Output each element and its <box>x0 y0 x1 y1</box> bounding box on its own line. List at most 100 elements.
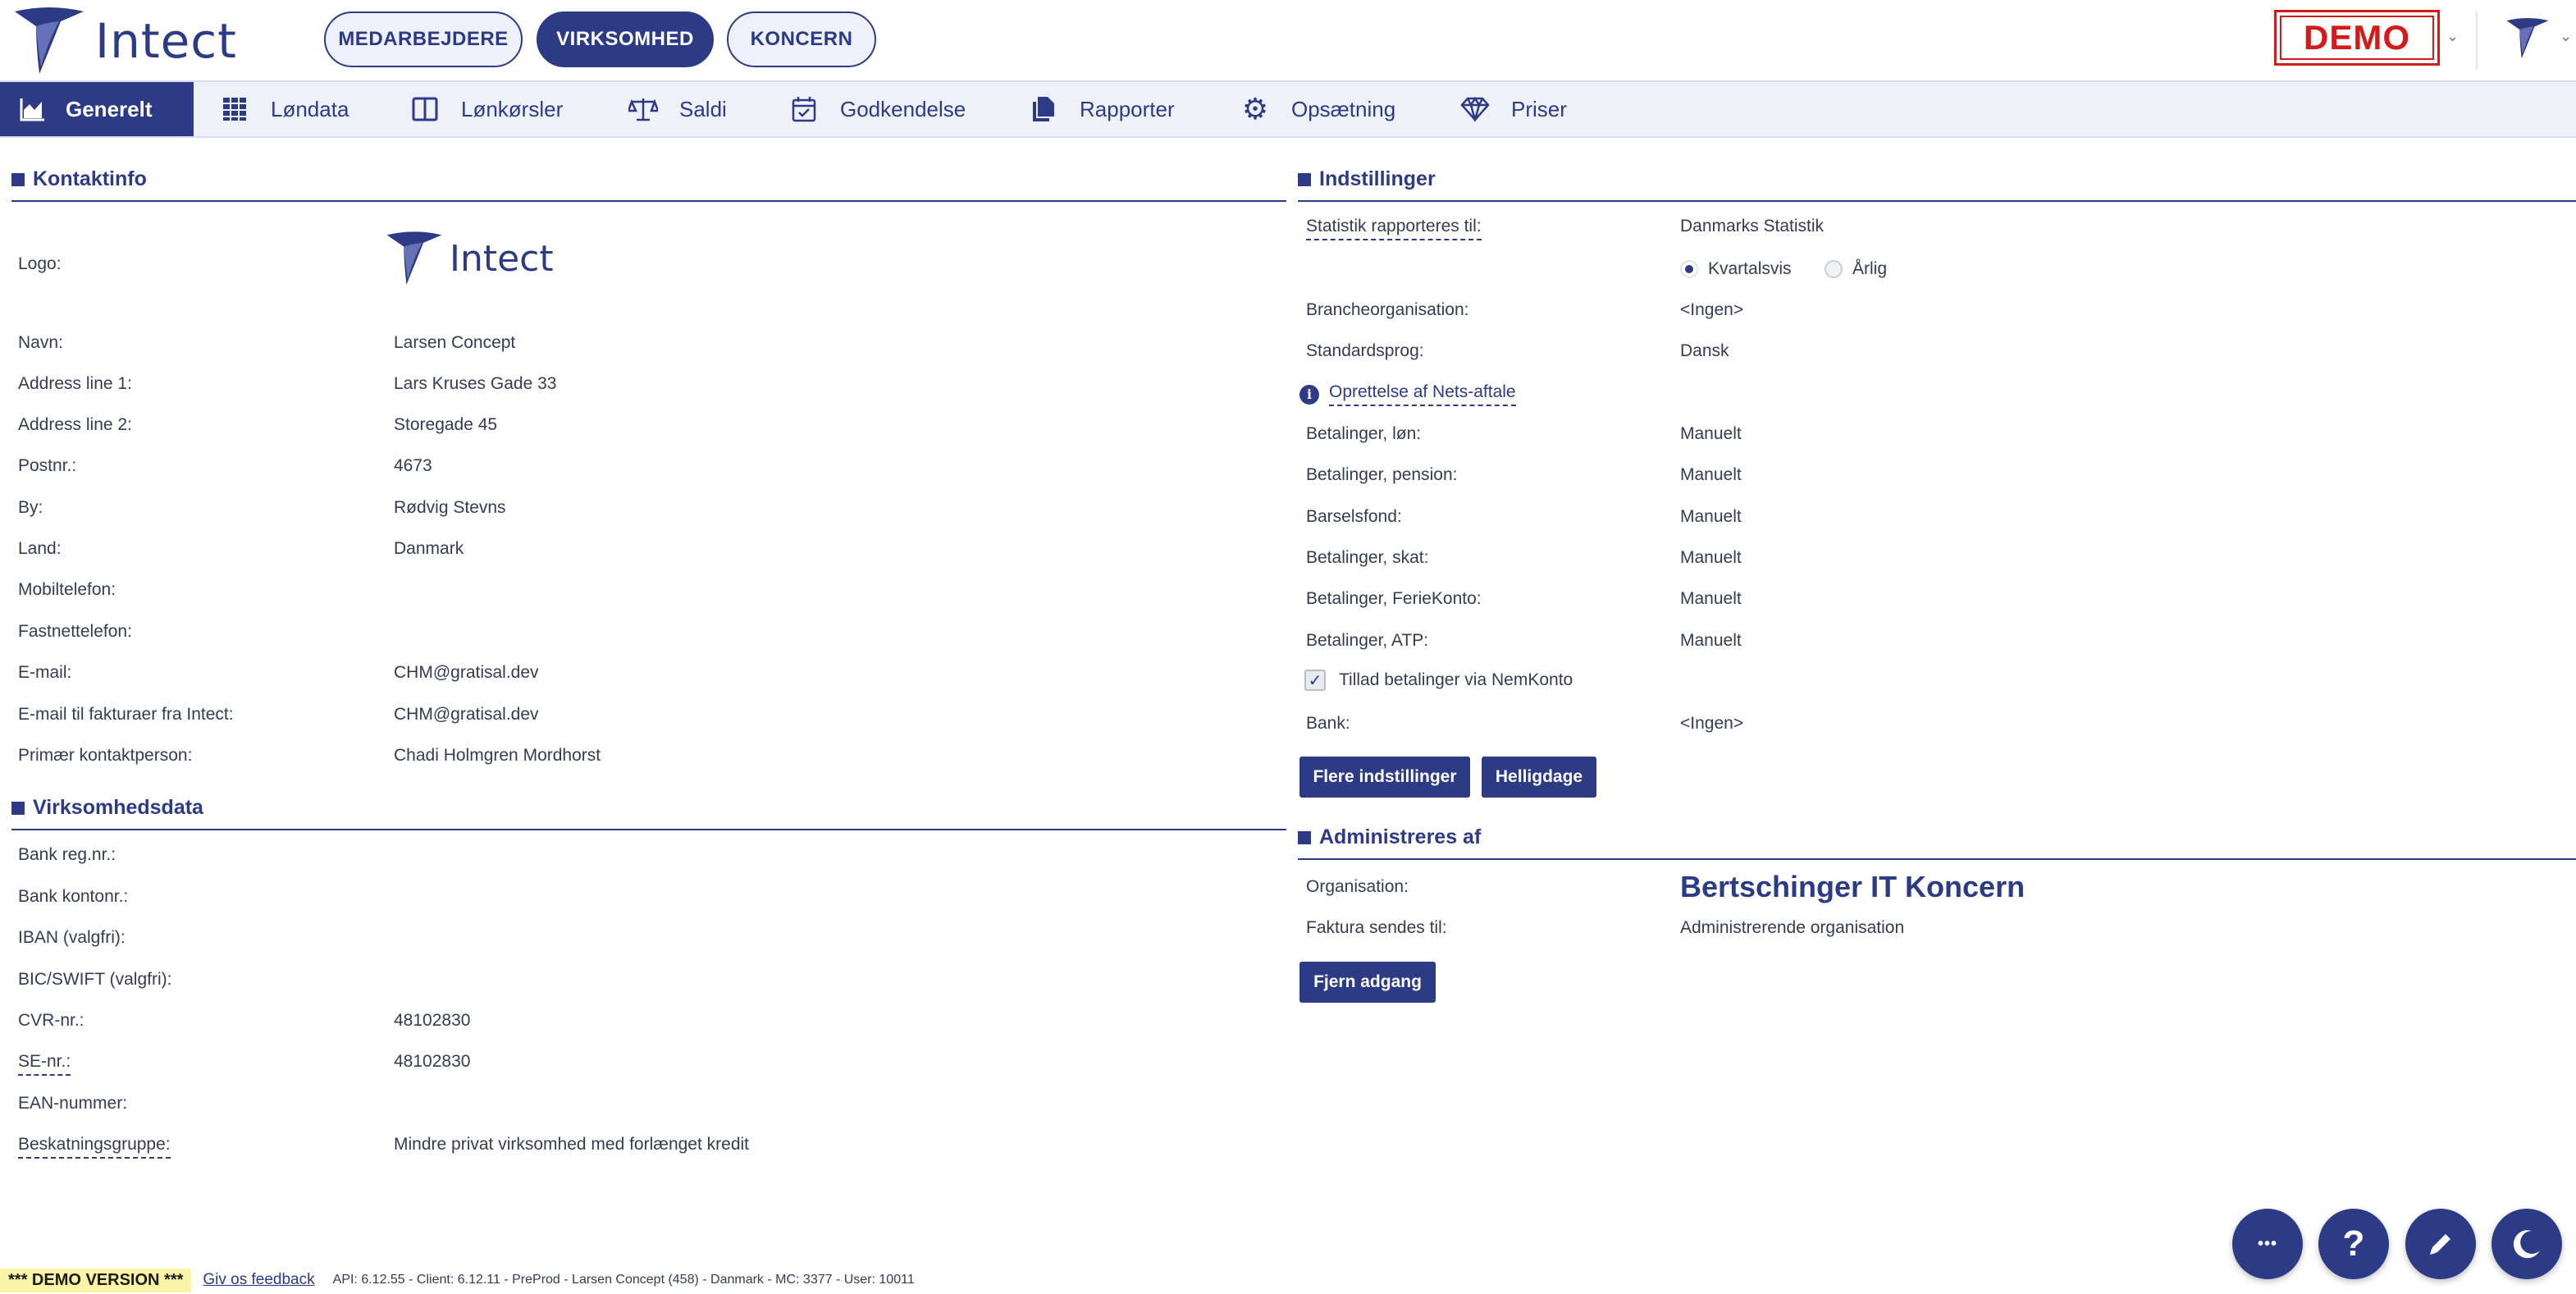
logo-brand-text: Intect <box>450 237 554 280</box>
scope-group-button[interactable]: KONCERN <box>727 11 876 67</box>
field-label: IBAN (valgfri): <box>18 928 126 947</box>
scope-employees-button[interactable]: MEDARBEJDERE <box>324 11 523 67</box>
statistics-tooltip-label[interactable]: Statistik rapporteres til: <box>1306 217 1482 240</box>
field-value-contact-person[interactable]: Chadi Holmgren Mordhorst <box>394 746 601 766</box>
tab-saldi[interactable]: Saldi <box>628 82 727 136</box>
section-marker <box>11 801 25 815</box>
more-dots-icon: ••• <box>2257 1234 2277 1253</box>
account-menu[interactable] <box>2499 10 2556 67</box>
field-value-invoice-email[interactable]: CHM@gratisal.dev <box>394 705 539 725</box>
field-label: Organisation: <box>1306 877 1409 896</box>
field-value-address2[interactable]: Storegade 45 <box>394 415 497 435</box>
invoice-recipient-value: Administrerende organisation <box>1680 918 1905 937</box>
organisation-name: Bertschinger IT Koncern <box>1680 870 2026 903</box>
demo-badge-text: DEMO <box>2280 16 2434 60</box>
divider <box>1298 200 2576 202</box>
radio-label: Årlig <box>1852 259 1888 278</box>
tab-londata[interactable]: Løndata <box>220 82 349 136</box>
section-title-text: Administreres af <box>1319 825 1482 848</box>
nets-agreement-link[interactable]: i Oprettelse af Nets-aftale <box>1299 382 1516 406</box>
chevron-down-icon[interactable]: ⌄ <box>2560 28 2572 45</box>
payment-salary-value[interactable]: Manuelt <box>1680 424 1742 444</box>
divider <box>11 200 1286 202</box>
field-label: Bank kontonr.: <box>18 887 129 906</box>
edit-button[interactable] <box>2405 1209 2476 1279</box>
divider <box>2476 11 2478 69</box>
language-value[interactable]: Dansk <box>1680 341 1729 361</box>
table-grid-icon <box>220 94 249 124</box>
payment-holiday-value[interactable]: Manuelt <box>1680 589 1742 609</box>
section-title-contact: Kontaktinfo <box>11 167 147 191</box>
tab-label: Priser <box>1511 96 1567 121</box>
nets-link-text[interactable]: Oprettelse af Nets-aftale <box>1329 382 1516 406</box>
tab-generelt[interactable]: Generelt <box>0 82 194 136</box>
section-title-settings: Indstillinger <box>1298 167 1436 191</box>
field-label: Fastnettelefon: <box>18 622 132 641</box>
footer: *** DEMO VERSION *** Giv os feedback API… <box>0 1265 915 1294</box>
intect-logo-icon <box>15 7 84 74</box>
gear-icon: ⚙ <box>1241 92 1269 126</box>
tab-label: Generelt <box>66 96 153 121</box>
radio-button[interactable] <box>1825 260 1843 278</box>
brand-logo[interactable]: Intect <box>11 5 237 77</box>
scope-company-button[interactable]: VIRKSOMHED <box>537 11 714 67</box>
field-value-city[interactable]: Rødvig Stevns <box>394 498 506 518</box>
field-label: Betalinger, FerieKonto: <box>1306 589 1482 608</box>
section-marker <box>11 172 25 186</box>
remove-access-button[interactable]: Fjern adgang <box>1299 962 1436 1003</box>
tax-group-tooltip-label[interactable]: Beskatningsgruppe: <box>18 1135 171 1159</box>
field-label: Address line 1: <box>18 374 132 393</box>
section-marker <box>1298 172 1311 186</box>
field-value-postal[interactable]: 4673 <box>394 456 432 476</box>
branch-value[interactable]: <Ingen> <box>1680 300 1743 320</box>
field-label: Bank reg.nr.: <box>18 845 116 864</box>
help-button[interactable]: ? <box>2318 1209 2389 1279</box>
field-value-tax-group[interactable]: Mindre privat virksomhed med forlænget k… <box>394 1135 749 1155</box>
more-settings-button[interactable]: Flere indstillinger <box>1299 757 1470 798</box>
bank-value[interactable]: <Ingen> <box>1680 714 1743 734</box>
intect-logo-icon <box>386 231 442 285</box>
field-label: Betalinger, løn: <box>1306 424 1422 443</box>
tab-rapporter[interactable]: Rapporter <box>1029 82 1175 136</box>
holidays-button[interactable]: Helligdage <box>1482 757 1596 798</box>
field-label: Postnr.: <box>18 456 77 475</box>
section-title-text: Indstillinger <box>1319 167 1436 190</box>
field-value-cvr[interactable]: 48102830 <box>394 1011 470 1031</box>
chevron-down-icon[interactable]: ⌄ <box>2446 28 2459 45</box>
field-label: Land: <box>18 539 62 558</box>
field-value-country[interactable]: Danmark <box>394 539 464 559</box>
tab-godkendelse[interactable]: Godkendelse <box>789 82 966 136</box>
field-label: Navn: <box>18 333 63 352</box>
payment-maternity-value[interactable]: Manuelt <box>1680 507 1742 527</box>
payment-pension-value[interactable]: Manuelt <box>1680 465 1742 485</box>
field-label: E-mail til fakturaer fra Intect: <box>18 705 234 724</box>
field-label: Faktura sendes til: <box>1306 918 1447 937</box>
field-label: By: <box>18 498 43 517</box>
field-value-se[interactable]: 48102830 <box>394 1052 470 1072</box>
field-label: Bank: <box>1306 714 1350 733</box>
statistics-value[interactable]: Danmarks Statistik <box>1680 217 1824 236</box>
version-info: API: 6.12.55 - Client: 6.12.11 - PreProd… <box>332 1273 915 1287</box>
dark-mode-toggle[interactable] <box>2492 1209 2562 1279</box>
chart-area-icon <box>18 94 48 124</box>
tab-opsaetning[interactable]: ⚙ Opsætning <box>1240 82 1395 136</box>
radio-yearly[interactable]: Årlig <box>1825 259 1887 279</box>
radio-button[interactable] <box>1680 260 1698 278</box>
tab-lonkorsler[interactable]: Lønkørsler <box>410 82 563 136</box>
field-value-name[interactable]: Larsen Concept <box>394 333 515 353</box>
nemkonto-checkbox[interactable]: ✓ Tillad betalinger via NemKonto <box>1304 670 1573 691</box>
field-label: E-mail: <box>18 663 72 682</box>
check-icon[interactable]: ✓ <box>1304 670 1326 691</box>
radio-quarterly[interactable]: Kvartalsvis <box>1680 259 1792 279</box>
tab-priser[interactable]: Priser <box>1460 82 1567 136</box>
payment-tax-value[interactable]: Manuelt <box>1680 548 1742 568</box>
feedback-link[interactable]: Giv os feedback <box>203 1271 314 1289</box>
intect-logo-icon <box>2506 18 2549 59</box>
payment-atp-value[interactable]: Manuelt <box>1680 631 1742 651</box>
se-number-tooltip-label[interactable]: SE-nr.: <box>18 1052 71 1076</box>
balance-scale-icon <box>628 94 658 124</box>
more-actions-button[interactable]: ••• <box>2232 1209 2303 1279</box>
field-value-email[interactable]: CHM@gratisal.dev <box>394 663 539 683</box>
field-value-address1[interactable]: Lars Kruses Gade 33 <box>394 374 556 394</box>
field-label: Betalinger, pension: <box>1306 465 1458 484</box>
